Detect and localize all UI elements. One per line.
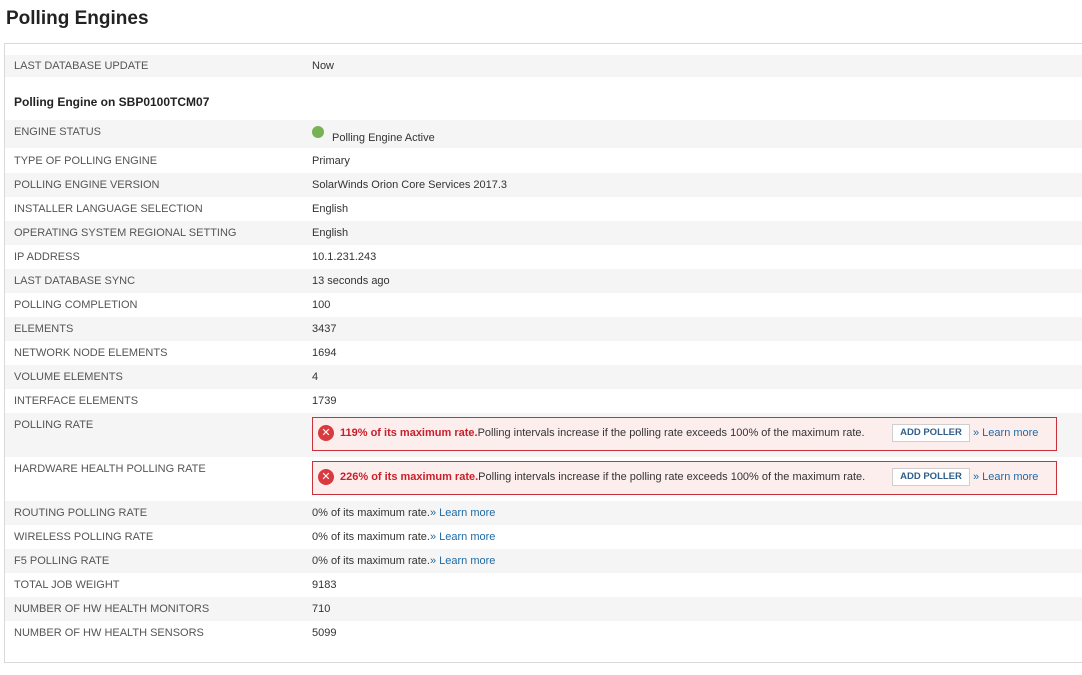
last-database-update-row: LAST DATABASE UPDATE Now — [5, 55, 1082, 77]
detail-row: NETWORK NODE ELEMENTS 1694 — [5, 341, 1082, 365]
engine-status-value: Polling Engine Active — [312, 126, 435, 144]
row-value: 13 seconds ago — [312, 275, 390, 287]
rate-text: 0% of its maximum rate. — [312, 507, 430, 519]
row-value: 710 — [312, 603, 331, 615]
row-value: 3437 — [312, 323, 337, 335]
alert-message: 119% of its maximum rate.Polling interva… — [340, 427, 865, 439]
error-icon: ✕ — [318, 425, 334, 441]
row-value: 100 — [312, 299, 331, 311]
row-value: 4 — [312, 371, 319, 383]
row-label: ELEMENTS — [14, 323, 74, 335]
row-label: IP ADDRESS — [14, 251, 80, 263]
f5-polling-rate-row: F5 POLLING RATE 0% of its maximum rate.»… — [5, 549, 1082, 573]
detail-row: POLLING ENGINE VERSION SolarWinds Orion … — [5, 173, 1082, 197]
alert-rate: 119% of its maximum rate. — [340, 427, 478, 439]
detail-row: OPERATING SYSTEM REGIONAL SETTING Englis… — [5, 221, 1082, 245]
row-value: SolarWinds Orion Core Services 2017.3 — [312, 179, 508, 191]
row-value: 1694 — [312, 347, 337, 359]
row-label: POLLING RATE — [14, 419, 94, 431]
alert-text: Polling intervals increase if the pollin… — [478, 471, 866, 483]
alert-message: 226% of its maximum rate.Polling interva… — [340, 471, 865, 483]
routing-polling-rate-row: ROUTING POLLING RATE 0% of its maximum r… — [5, 501, 1082, 525]
row-label: TYPE OF POLLING ENGINE — [14, 155, 158, 167]
detail-row: TOTAL JOB WEIGHT 9183 — [5, 573, 1082, 597]
row-value: 0% of its maximum rate.» Learn more — [312, 507, 495, 519]
detail-row: INTERFACE ELEMENTS 1739 — [5, 389, 1082, 413]
add-poller-button[interactable]: ADD POLLER — [892, 468, 970, 486]
learn-more-link[interactable]: » Learn more — [430, 507, 495, 519]
row-label: HARDWARE HEALTH POLLING RATE — [14, 463, 206, 475]
learn-more-link[interactable]: » Learn more — [430, 555, 495, 567]
status-text: Polling Engine Active — [332, 132, 435, 144]
hardware-health-polling-rate-row: HARDWARE HEALTH POLLING RATE ✕ 226% of i… — [5, 457, 1082, 501]
alert-text: Polling intervals increase if the pollin… — [477, 427, 865, 439]
engine-heading: Polling Engine on SBP0100TCM07 — [14, 95, 210, 109]
row-label: WIRELESS POLLING RATE — [14, 531, 154, 543]
row-label: NUMBER OF HW HEALTH SENSORS — [14, 627, 204, 639]
detail-row: LAST DATABASE SYNC 13 seconds ago — [5, 269, 1082, 293]
row-value: 10.1.231.243 — [312, 251, 377, 263]
rate-text: 0% of its maximum rate. — [312, 555, 430, 567]
rate-text: 0% of its maximum rate. — [312, 531, 430, 543]
page-title: Polling Engines — [6, 8, 149, 29]
row-value: 9183 — [312, 579, 337, 591]
status-active-icon — [312, 126, 324, 138]
row-label: INTERFACE ELEMENTS — [14, 395, 139, 407]
error-icon: ✕ — [318, 469, 334, 485]
detail-row: NUMBER OF HW HEALTH MONITORS 710 — [5, 597, 1082, 621]
row-value: English — [312, 227, 349, 239]
hardware-health-polling-rate-alert: ✕ 226% of its maximum rate.Polling inter… — [312, 461, 1057, 495]
engine-status-row: ENGINE STATUS Polling Engine Active — [5, 120, 1082, 148]
row-label: VOLUME ELEMENTS — [14, 371, 123, 383]
row-label: ENGINE STATUS — [14, 126, 101, 138]
row-value: 0% of its maximum rate.» Learn more — [312, 555, 495, 567]
row-label: NUMBER OF HW HEALTH MONITORS — [14, 603, 210, 615]
learn-more-link[interactable]: » Learn more — [973, 427, 1038, 439]
row-label: F5 POLLING RATE — [14, 555, 110, 567]
row-value: Now — [312, 60, 335, 72]
row-label: POLLING ENGINE VERSION — [14, 179, 160, 191]
row-label: NETWORK NODE ELEMENTS — [14, 347, 168, 359]
row-label: LAST DATABASE SYNC — [14, 275, 136, 287]
detail-row: IP ADDRESS 10.1.231.243 — [5, 245, 1082, 269]
learn-more-link[interactable]: » Learn more — [973, 471, 1038, 483]
detail-row: INSTALLER LANGUAGE SELECTION English — [5, 197, 1082, 221]
detail-row: VOLUME ELEMENTS 4 — [5, 365, 1082, 389]
polling-rate-alert: ✕ 119% of its maximum rate.Polling inter… — [312, 417, 1057, 451]
row-value: 5099 — [312, 627, 337, 639]
row-value: English — [312, 203, 349, 215]
row-label: INSTALLER LANGUAGE SELECTION — [14, 203, 203, 215]
row-value: 1739 — [312, 395, 337, 407]
row-label: POLLING COMPLETION — [14, 299, 138, 311]
row-label: ROUTING POLLING RATE — [14, 507, 148, 519]
detail-row: ELEMENTS 3437 — [5, 317, 1082, 341]
alert-rate: 226% of its maximum rate. — [340, 471, 479, 483]
row-value: Primary — [312, 155, 350, 167]
row-label: TOTAL JOB WEIGHT — [14, 579, 120, 591]
detail-row: NUMBER OF HW HEALTH SENSORS 5099 — [5, 621, 1082, 645]
learn-more-link[interactable]: » Learn more — [430, 531, 495, 543]
row-label: OPERATING SYSTEM REGIONAL SETTING — [14, 227, 237, 239]
wireless-polling-rate-row: WIRELESS POLLING RATE 0% of its maximum … — [5, 525, 1082, 549]
row-value: 0% of its maximum rate.» Learn more — [312, 531, 495, 543]
polling-rate-row: POLLING RATE ✕ 119% of its maximum rate.… — [5, 413, 1082, 457]
detail-row: POLLING COMPLETION 100 — [5, 293, 1082, 317]
detail-row: TYPE OF POLLING ENGINE Primary — [5, 149, 1082, 173]
row-label: LAST DATABASE UPDATE — [14, 60, 149, 72]
add-poller-button[interactable]: ADD POLLER — [892, 424, 970, 442]
